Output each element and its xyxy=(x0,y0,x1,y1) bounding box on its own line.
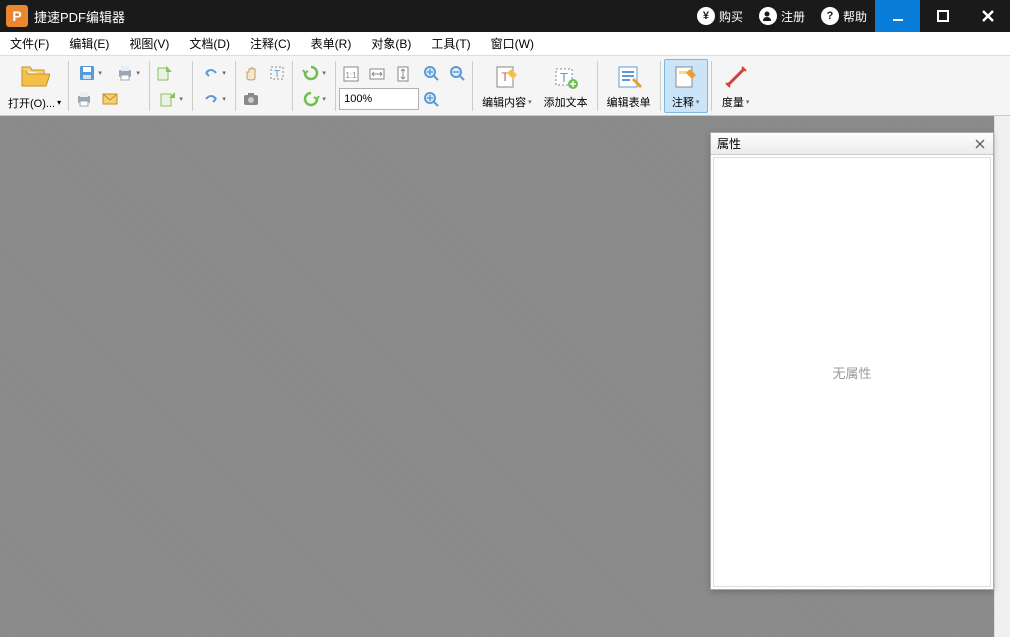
import-button[interactable]: ▾ xyxy=(153,87,189,111)
svg-text:T: T xyxy=(274,69,280,80)
zoom-marquee-button[interactable] xyxy=(419,87,443,111)
properties-panel: 属性 无属性 xyxy=(710,132,994,590)
svg-text:1:1: 1:1 xyxy=(346,71,358,80)
folder-open-icon xyxy=(19,61,51,93)
measure-icon xyxy=(721,62,751,92)
properties-title: 属性 xyxy=(717,135,741,152)
minimize-button[interactable] xyxy=(875,0,920,32)
text-select-button[interactable]: T xyxy=(265,61,289,85)
buy-label: 购买 xyxy=(719,8,743,25)
chevron-down-icon: ▾ xyxy=(57,98,61,107)
edit-content-label: 编辑内容 xyxy=(482,94,526,110)
zoom-in-button[interactable] xyxy=(419,61,443,85)
add-text-icon: T xyxy=(551,62,581,92)
main-area: 属性 无属性 xyxy=(0,116,1010,637)
app-title: 捷速PDF编辑器 xyxy=(34,7,125,26)
menu-tool[interactable]: 工具(T) xyxy=(421,32,480,56)
vertical-scrollbar[interactable] xyxy=(994,116,1010,637)
properties-header[interactable]: 属性 xyxy=(711,133,993,155)
annotation-icon xyxy=(671,62,701,92)
question-icon: ? xyxy=(821,7,839,25)
edit-form-label: 编辑表单 xyxy=(607,94,651,110)
rotate-right-button[interactable]: ▾ xyxy=(296,87,332,111)
app-icon: P xyxy=(6,5,28,27)
fit-page-button[interactable] xyxy=(391,62,415,86)
chevron-down-icon: ▾ xyxy=(696,98,700,106)
undo-button[interactable]: ▾ xyxy=(196,61,232,85)
rotate-left-button[interactable]: ▾ xyxy=(296,61,332,85)
toolbar-divider xyxy=(192,61,193,111)
actual-size-button[interactable]: 1:1 xyxy=(339,62,363,86)
toolbar-divider xyxy=(292,61,293,111)
maximize-button[interactable] xyxy=(920,0,965,32)
menu-document[interactable]: 文档(D) xyxy=(179,32,240,56)
fit-width-button[interactable] xyxy=(365,62,389,86)
add-text-button[interactable]: T 添加文本 xyxy=(538,60,594,112)
register-button[interactable]: 注册 xyxy=(751,0,813,32)
menu-view[interactable]: 视图(V) xyxy=(119,32,179,56)
user-plus-icon xyxy=(759,7,777,25)
toolbar-divider xyxy=(335,61,336,111)
menu-form[interactable]: 表单(R) xyxy=(301,32,362,56)
toolbar-divider xyxy=(68,61,69,111)
zoom-input[interactable] xyxy=(339,88,419,110)
help-label: 帮助 xyxy=(843,8,867,25)
register-label: 注册 xyxy=(781,8,805,25)
menu-file[interactable]: 文件(F) xyxy=(0,32,59,56)
toolbar-divider xyxy=(660,61,661,111)
close-icon xyxy=(975,139,985,149)
add-text-label: 添加文本 xyxy=(544,94,588,110)
toolbar-divider xyxy=(235,61,236,111)
toolbar-divider xyxy=(149,61,150,111)
annotation-button[interactable]: 注释▾ xyxy=(664,59,708,113)
panel-close-button[interactable] xyxy=(973,137,987,151)
hand-tool-button[interactable] xyxy=(239,61,263,85)
toolbar: 打开(O)...▾ ▾ ▾ xyxy=(0,56,1010,116)
mail-button[interactable] xyxy=(98,87,122,111)
toolbar-divider xyxy=(711,61,712,111)
help-button[interactable]: ? 帮助 xyxy=(813,0,875,32)
close-button[interactable] xyxy=(965,0,1010,32)
edit-content-button[interactable]: T 编辑内容▾ xyxy=(476,60,538,112)
yen-icon: ¥ xyxy=(697,7,715,25)
open-label: 打开(O)... xyxy=(8,95,55,111)
menu-object[interactable]: 对象(B) xyxy=(361,32,421,56)
chevron-down-icon: ▾ xyxy=(322,95,326,103)
edit-form-icon xyxy=(614,62,644,92)
menu-window[interactable]: 窗口(W) xyxy=(481,32,544,56)
annotation-label: 注释 xyxy=(672,94,694,110)
buy-button[interactable]: ¥ 购买 xyxy=(689,0,751,32)
chevron-down-icon: ▾ xyxy=(179,95,183,103)
redo-button[interactable]: ▾ xyxy=(196,87,232,111)
open-button[interactable]: 打开(O)...▾ xyxy=(4,59,65,113)
measure-button[interactable]: 度量▾ xyxy=(715,60,757,112)
chevron-down-icon: ▾ xyxy=(746,98,750,106)
chevron-down-icon: ▾ xyxy=(528,98,532,106)
menu-edit[interactable]: 编辑(E) xyxy=(59,32,119,56)
chevron-down-icon: ▾ xyxy=(136,69,140,77)
zoom-out-button[interactable] xyxy=(445,61,469,85)
properties-body: 无属性 xyxy=(713,157,991,587)
save-button[interactable]: ▾ xyxy=(72,61,108,85)
chevron-down-icon: ▾ xyxy=(98,69,102,77)
chevron-down-icon: ▾ xyxy=(222,69,226,77)
toolbar-divider xyxy=(472,61,473,111)
print-icon-button[interactable] xyxy=(72,87,96,111)
properties-empty-text: 无属性 xyxy=(832,363,871,382)
menu-comment[interactable]: 注释(C) xyxy=(240,32,301,56)
chevron-down-icon: ▾ xyxy=(222,95,226,103)
svg-text:T: T xyxy=(560,70,568,85)
chevron-down-icon: ▾ xyxy=(322,69,326,77)
export-button[interactable] xyxy=(153,61,177,85)
snapshot-button[interactable] xyxy=(239,87,263,111)
edit-form-button[interactable]: 编辑表单 xyxy=(601,60,657,112)
edit-content-icon: T xyxy=(492,62,522,92)
measure-label: 度量 xyxy=(722,94,744,110)
toolbar-divider xyxy=(597,61,598,111)
print-button[interactable]: ▾ xyxy=(110,61,146,85)
title-bar: P 捷速PDF编辑器 ¥ 购买 注册 ? 帮助 xyxy=(0,0,1010,32)
menu-bar: 文件(F) 编辑(E) 视图(V) 文档(D) 注释(C) 表单(R) 对象(B… xyxy=(0,32,1010,56)
